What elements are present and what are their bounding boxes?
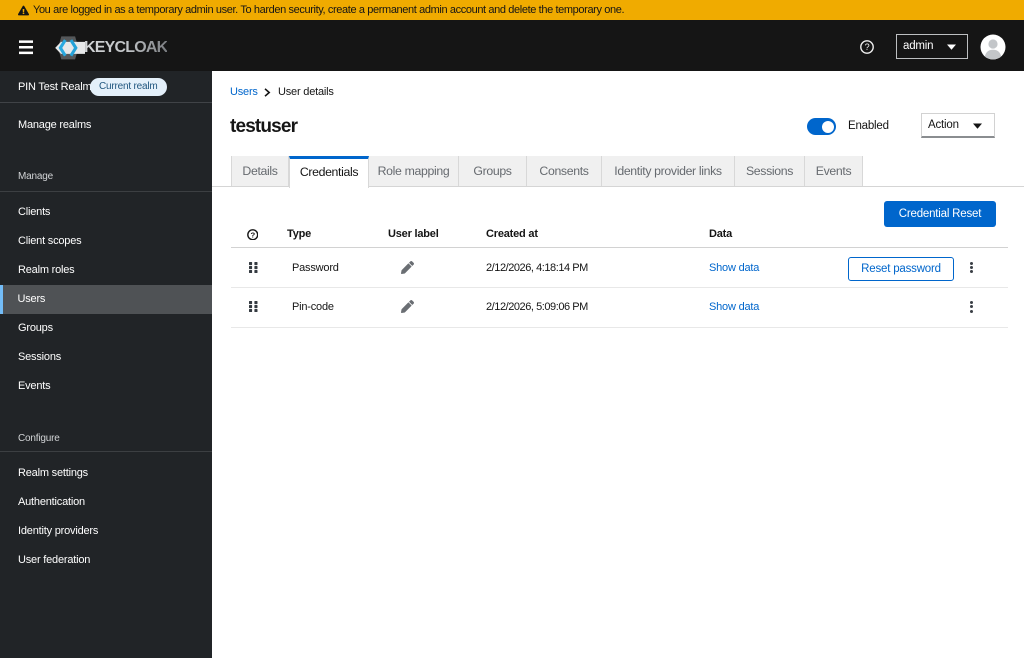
svg-text:?: ? [865, 42, 870, 52]
svg-text:?: ? [250, 230, 255, 239]
